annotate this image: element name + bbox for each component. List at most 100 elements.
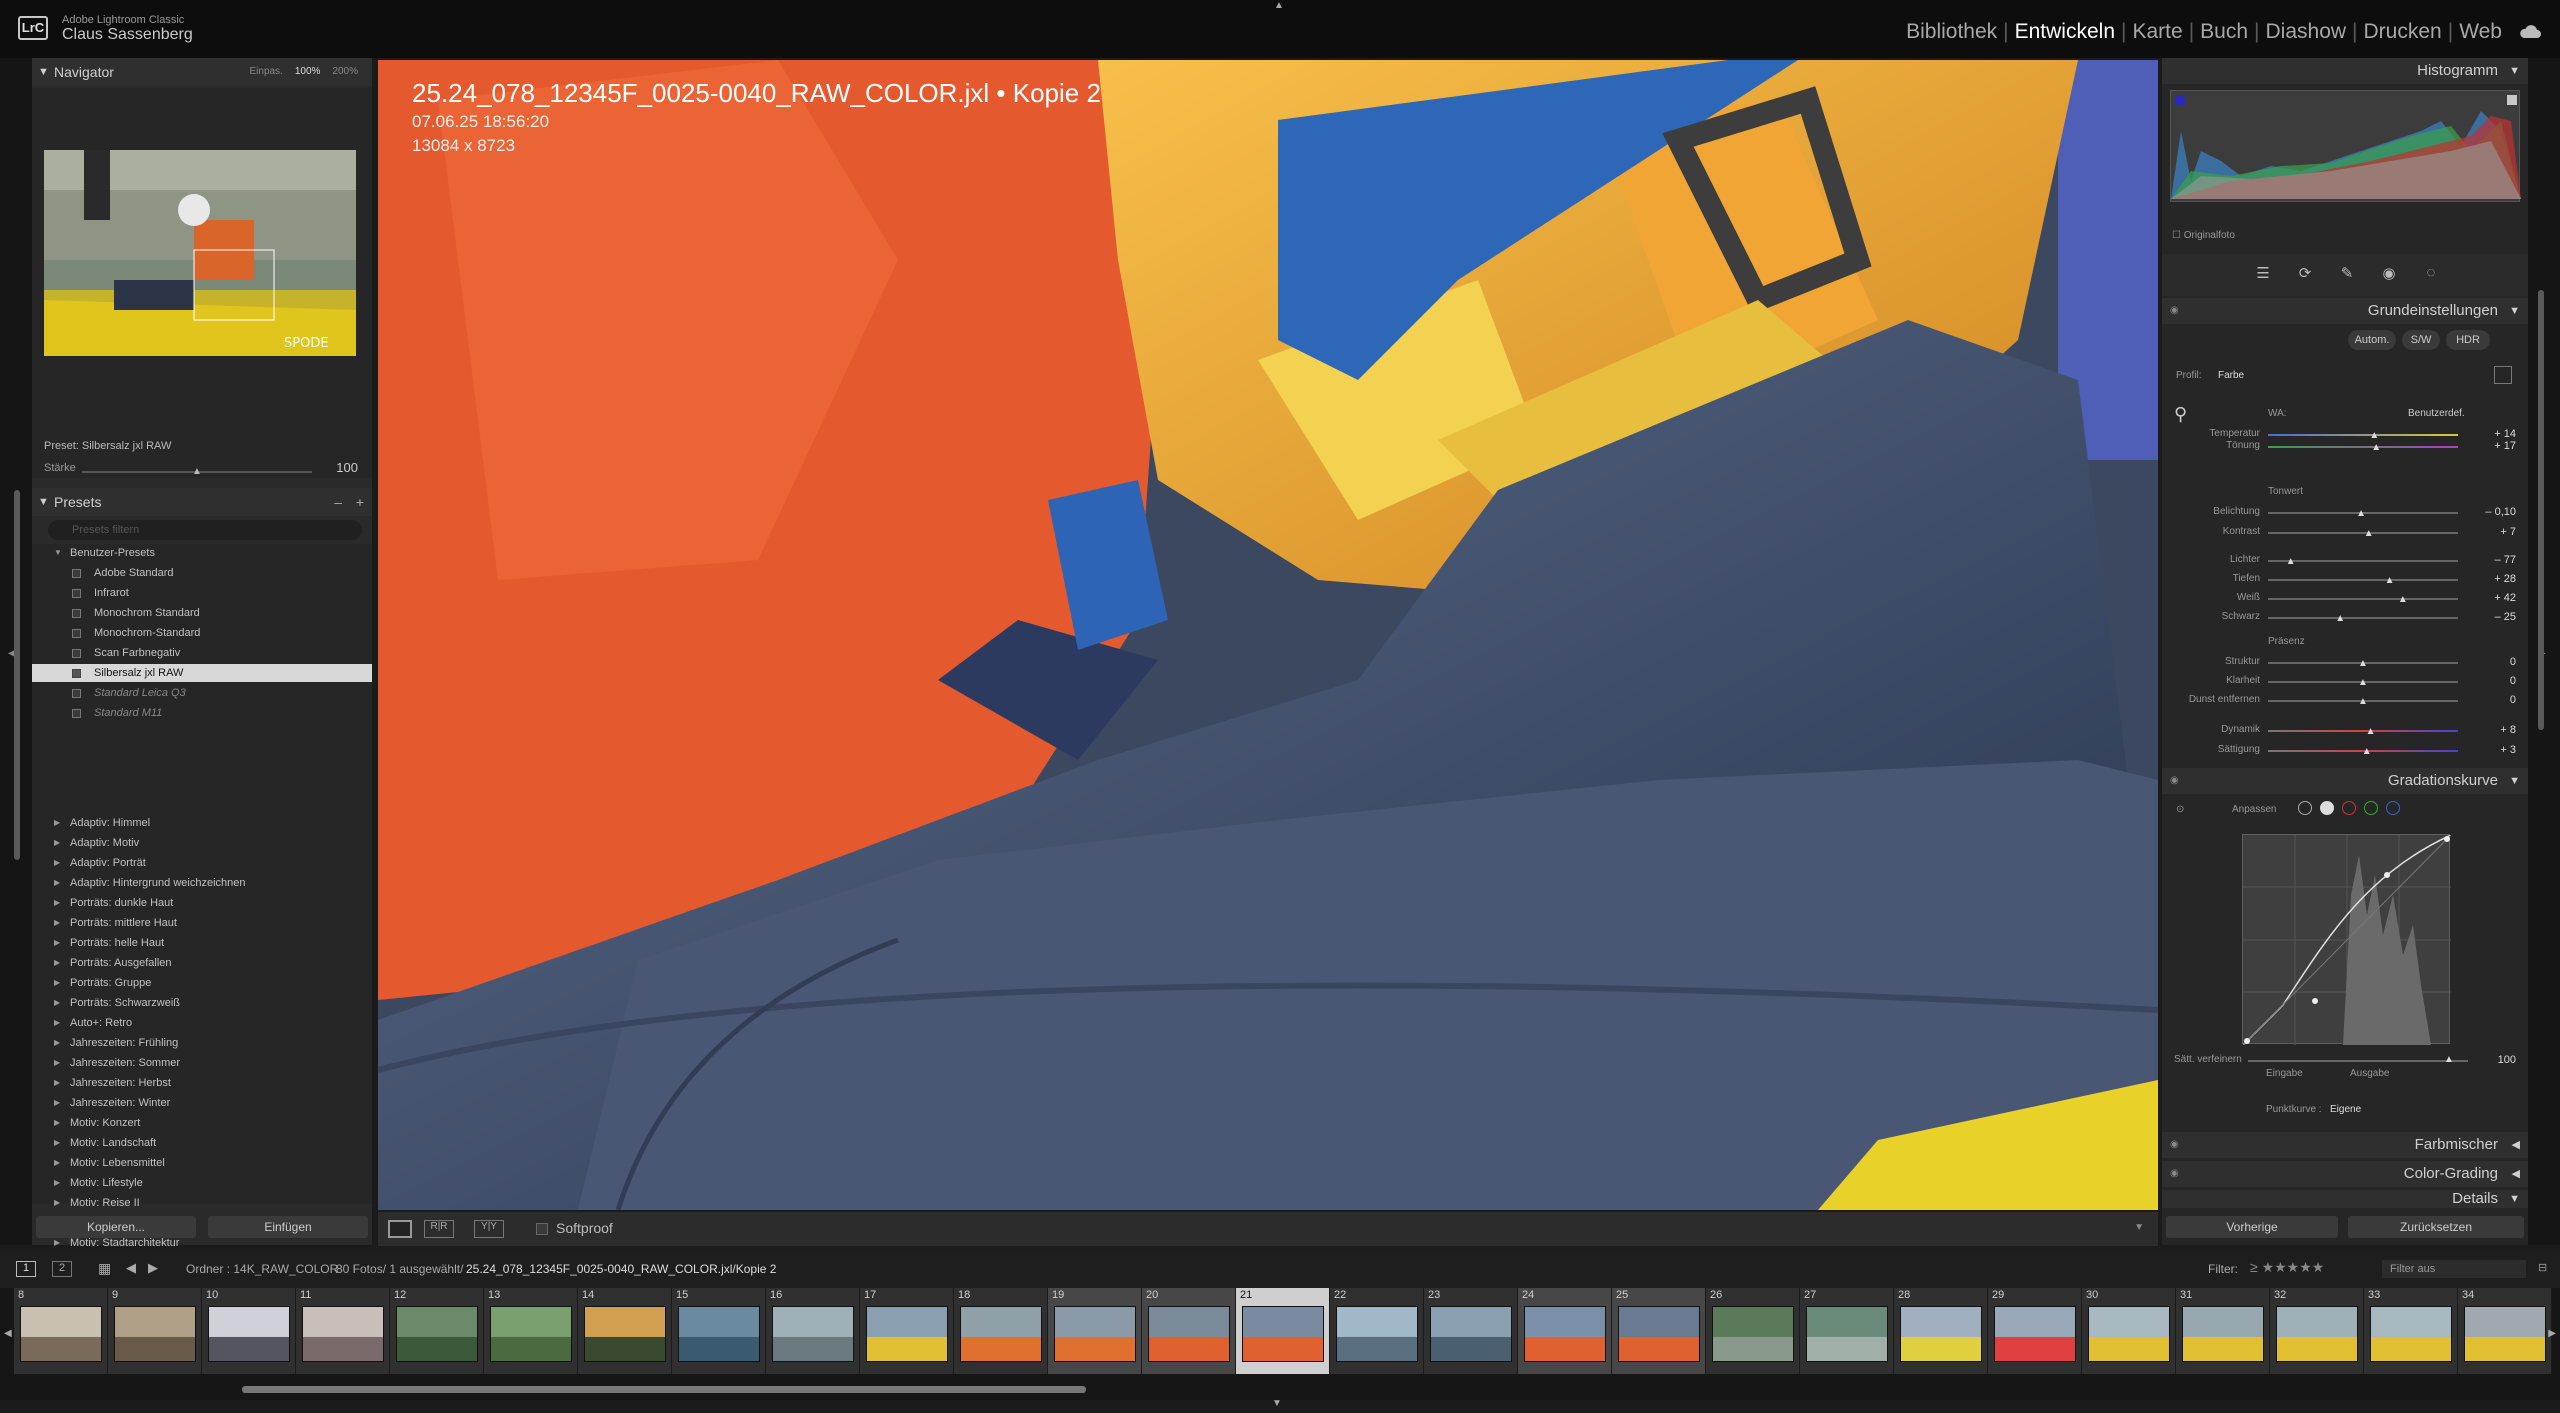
profile-dropdown[interactable]: Farbe (2218, 370, 2244, 381)
original-photo-checkbox[interactable]: ☐ Originalfoto (2172, 230, 2235, 241)
before-after-icon[interactable]: R|R (424, 1220, 454, 1238)
slider-value[interactable]: 0 (2510, 694, 2516, 706)
filmstrip-thumbnail[interactable]: 19 (1048, 1288, 1142, 1374)
preset-group[interactable]: ▶ Porträts: Gruppe (32, 974, 372, 992)
edit-sliders-icon[interactable]: ☰ (2254, 264, 2272, 282)
filmstrip-thumbnail[interactable]: 10 (202, 1288, 296, 1374)
histogram[interactable] (2170, 90, 2521, 202)
filmstrip-thumbnail[interactable]: 32 (2270, 1288, 2364, 1374)
filmstrip-thumbnail[interactable]: 27 (1800, 1288, 1894, 1374)
refine-saturation-knob[interactable]: ▲ (2444, 1054, 2454, 1065)
profile-browser-icon[interactable] (2494, 366, 2512, 384)
filmstrip-thumbnail[interactable]: 29 (1988, 1288, 2082, 1374)
auto-button[interactable]: Autom. (2348, 330, 2396, 350)
presets-header[interactable]: ▼ Presets – + (32, 488, 372, 516)
slider-value[interactable]: + 3 (2500, 744, 2516, 756)
filmstrip-thumbnail[interactable]: 28 (1894, 1288, 1988, 1374)
color-grading-header[interactable]: ◉ Color-Grading ◀ (2162, 1161, 2528, 1187)
filmstrip-thumbnail[interactable]: 24 (1518, 1288, 1612, 1374)
adjustment-slider[interactable] (2268, 579, 2458, 581)
slider-knob[interactable]: ▲ (2286, 556, 2296, 567)
left-scrollbar[interactable] (14, 490, 20, 860)
filmstrip-thumbnail[interactable]: 17 (860, 1288, 954, 1374)
slider-value[interactable]: + 28 (2494, 573, 2516, 585)
adjustment-slider[interactable] (2268, 446, 2458, 448)
eye-icon[interactable]: ◉ (2170, 768, 2179, 794)
grid-view-icon[interactable]: ▦ (98, 1260, 111, 1277)
filmstrip-thumbnail[interactable]: 9 (108, 1288, 202, 1374)
preset-item[interactable]: Scan Farbnegativ (32, 644, 372, 662)
module-web[interactable]: Web (2453, 20, 2508, 44)
module-karte[interactable]: Karte (2126, 20, 2188, 44)
preset-group[interactable]: ▶ Porträts: Schwarzweiß (32, 994, 372, 1012)
preset-group[interactable]: ▶ Porträts: helle Haut (32, 934, 372, 952)
filmstrip-thumbnail[interactable]: 15 (672, 1288, 766, 1374)
current-filename[interactable]: 25.24_078_12345F_0025-0040_RAW_COLOR.jxl… (466, 1262, 776, 1276)
module-entwickeln[interactable]: Entwickeln (2009, 20, 2121, 44)
preset-item[interactable]: Standard Leica Q3 (32, 684, 372, 702)
filmstrip-thumbnail[interactable]: 18 (954, 1288, 1048, 1374)
add-preset-icon[interactable]: + (356, 488, 364, 516)
slider-knob[interactable]: ▲ (2358, 677, 2368, 688)
target-adjust-icon[interactable]: ⊙ (2176, 804, 2184, 815)
preset-group[interactable]: ▶ Motiv: Landschaft (32, 1134, 372, 1152)
remove-preset-icon[interactable]: – (334, 488, 342, 516)
preset-group[interactable]: ▶ Jahreszeiten: Herbst (32, 1074, 372, 1092)
preset-group[interactable]: ▶ Jahreszeiten: Sommer (32, 1054, 372, 1072)
slider-knob[interactable]: ▲ (2364, 528, 2374, 539)
adjustment-slider[interactable] (2268, 617, 2458, 619)
point-curve-icon[interactable] (2320, 801, 2334, 815)
slider-knob[interactable]: ▲ (2369, 430, 2379, 441)
navigator-header[interactable]: ▼ Navigator Einpas. 100% 200% (32, 58, 372, 86)
slider-knob[interactable]: ▲ (2358, 658, 2368, 669)
back-arrow-icon[interactable]: ◀ (126, 1260, 136, 1276)
slider-knob[interactable]: ▲ (2371, 442, 2381, 453)
preset-group[interactable]: ▶ Porträts: mittlere Haut (32, 914, 372, 932)
rating-filter-stars[interactable]: ≥ ★★★★★ (2250, 1259, 2324, 1276)
strength-knob[interactable]: ▲ (192, 466, 202, 477)
top-panel-toggle-icon[interactable]: ▲ (1274, 0, 1284, 11)
module-diashow[interactable]: Diashow (2260, 20, 2353, 44)
preset-group-user[interactable]: ▼ Benutzer-Presets (32, 544, 372, 562)
filmstrip-thumbnail[interactable]: 31 (2176, 1288, 2270, 1374)
blue-channel-icon[interactable] (2386, 801, 2400, 815)
green-channel-icon[interactable] (2364, 801, 2378, 815)
copy-settings-button[interactable]: Kopieren... (36, 1216, 196, 1238)
refine-saturation-value[interactable]: 100 (2498, 1054, 2516, 1066)
filmstrip-thumbnail[interactable]: 8 (14, 1288, 108, 1374)
tone-curve-header[interactable]: ◉ Gradationskurve ▼ (2162, 768, 2528, 794)
slider-value[interactable]: + 8 (2500, 724, 2516, 736)
preset-group[interactable]: ▶ Adaptiv: Motiv (32, 834, 372, 852)
filmstrip-thumbnail[interactable]: 13 (484, 1288, 578, 1374)
reset-button[interactable]: Zurücksetzen (2348, 1216, 2524, 1238)
basic-header[interactable]: ◉ Grundeinstellungen ▼ (2162, 298, 2528, 324)
point-curve-dropdown[interactable]: Eigene (2330, 1104, 2361, 1115)
filmstrip-thumbnail[interactable]: 12 (390, 1288, 484, 1374)
red-eye-icon[interactable]: ◉ (2380, 264, 2398, 282)
filmstrip-thumbnail[interactable]: 16 (766, 1288, 860, 1374)
slider-value[interactable]: – 0,10 (2485, 506, 2516, 518)
right-panel-edge[interactable]: ▶ (2528, 58, 2560, 1245)
slider-value[interactable]: + 7 (2500, 526, 2516, 538)
previous-button[interactable]: Vorherige (2166, 1216, 2338, 1238)
adjustment-slider[interactable] (2268, 560, 2458, 562)
bw-button[interactable]: S/W (2402, 330, 2440, 350)
module-bibliothek[interactable]: Bibliothek (1900, 20, 2003, 44)
preset-item[interactable]: Adobe Standard (32, 564, 372, 582)
wb-dropdown[interactable]: Benutzerdef. (2408, 408, 2465, 419)
refine-saturation-slider[interactable] (2248, 1060, 2468, 1062)
eye-icon[interactable]: ◉ (2170, 1132, 2179, 1158)
preset-group[interactable]: ▶ Motiv: Konzert (32, 1114, 372, 1132)
module-buch[interactable]: Buch (2194, 20, 2254, 44)
filmstrip-right-icon[interactable]: ▶ (2548, 1328, 2556, 1339)
cloud-sync-icon[interactable] (2518, 24, 2542, 40)
details-header[interactable]: Details ▼ (2162, 1190, 2528, 1208)
slider-knob[interactable]: ▲ (2366, 726, 2376, 737)
bottom-panel-toggle-icon[interactable]: ▼ (1272, 1398, 1282, 1409)
right-scrollbar[interactable] (2538, 290, 2544, 730)
filmstrip-thumbnail[interactable]: 25 (1612, 1288, 1706, 1374)
preset-group[interactable]: ▶ Motiv: Lifestyle (32, 1174, 372, 1192)
red-channel-icon[interactable] (2342, 801, 2356, 815)
filmstrip-thumbnail[interactable]: 11 (296, 1288, 390, 1374)
filmstrip-scrollbar[interactable] (242, 1386, 1086, 1393)
